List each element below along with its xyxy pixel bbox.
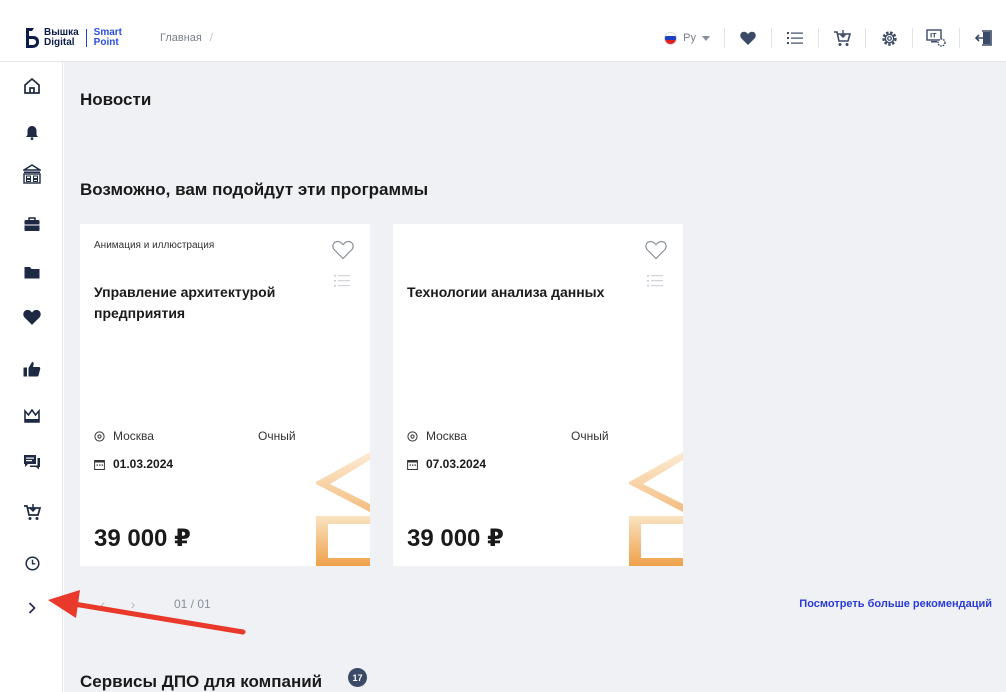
program-start-date: 07.03.2024 <box>407 457 486 471</box>
home-icon <box>24 78 40 94</box>
list-icon <box>334 275 350 287</box>
program-title[interactable]: Управление архитектурой предприятия <box>94 282 314 324</box>
gear-icon <box>881 30 897 46</box>
program-city: Москва <box>426 429 467 443</box>
logo-wordmark-right: Smart Point <box>94 28 122 48</box>
program-city: Москва <box>113 429 154 443</box>
program-location: Москва <box>94 429 154 443</box>
sidebar-item-achievements[interactable] <box>20 404 44 428</box>
sidebar-item-cart[interactable] <box>20 500 44 524</box>
header-actions: Ру IT <box>664 22 1006 54</box>
logo-mark-icon <box>24 27 40 49</box>
breadcrumb-home[interactable]: Главная <box>160 32 202 44</box>
heart-icon <box>740 31 756 45</box>
program-price: 39 000 ₽ <box>407 525 504 552</box>
bell-icon <box>26 125 38 140</box>
chat-icon <box>24 455 40 470</box>
chevron-down-icon <box>702 35 710 41</box>
decorative-corner-graphic <box>629 452 683 566</box>
university-icon <box>23 164 41 184</box>
it-settings-button[interactable]: IT <box>913 22 959 54</box>
location-pin-icon <box>94 430 105 442</box>
breadcrumb: Главная / <box>160 32 213 44</box>
cart-icon <box>834 30 851 46</box>
add-to-favorites-button[interactable] <box>332 240 354 265</box>
program-price: 39 000 ₽ <box>94 525 191 552</box>
decorative-corner-graphic <box>316 452 370 566</box>
list-icon <box>647 275 663 287</box>
folder-icon <box>24 266 40 278</box>
list-icon <box>787 32 803 44</box>
add-to-compare-button[interactable] <box>647 274 663 293</box>
main-content: Новости Возможно, вам подойдут эти прогр… <box>64 62 1006 692</box>
program-card[interactable]: Технологии анализа данных Москва Очный 0… <box>393 224 683 566</box>
program-date: 07.03.2024 <box>426 457 487 471</box>
sidebar-item-career[interactable] <box>20 212 44 236</box>
language-selector[interactable]: Ру <box>664 31 724 45</box>
calendar-icon <box>407 459 418 470</box>
cart-button[interactable] <box>819 22 865 54</box>
program-start-date: 01.03.2024 <box>94 457 173 471</box>
logo-text: Point <box>93 37 119 48</box>
language-label: Ру <box>683 32 696 44</box>
compare-list-button[interactable] <box>772 22 818 54</box>
russian-flag-icon <box>664 31 678 45</box>
cart-icon <box>24 504 41 520</box>
add-to-favorites-button[interactable] <box>645 240 667 265</box>
sidebar-item-documents[interactable] <box>20 260 44 284</box>
heart-outline-icon <box>645 240 667 260</box>
heart-outline-icon <box>332 240 354 260</box>
program-location: Москва <box>407 429 467 443</box>
breadcrumb-separator: / <box>209 32 213 44</box>
it-settings-icon: IT <box>926 29 946 47</box>
calendar-icon <box>94 459 105 470</box>
chevron-right-icon <box>28 602 36 614</box>
logout-icon <box>974 30 992 46</box>
program-category: Анимация и иллюстрация <box>94 240 215 251</box>
sidebar-item-favorites[interactable] <box>20 305 44 329</box>
logo-divider <box>85 29 87 47</box>
program-format: Очный <box>258 429 296 443</box>
favorites-button[interactable] <box>725 22 771 54</box>
carousel-prev-button[interactable]: ‹ <box>88 596 118 612</box>
logout-button[interactable] <box>960 22 1006 54</box>
sidebar-item-recommendations[interactable] <box>20 357 44 381</box>
clock-icon <box>24 555 40 571</box>
sidebar <box>0 62 63 692</box>
program-date: 01.03.2024 <box>113 457 174 471</box>
crown-icon <box>24 409 40 423</box>
program-format: Очный <box>571 429 609 443</box>
carousel-page-indicator: 01 / 01 <box>174 597 211 611</box>
heart-icon <box>23 309 41 325</box>
news-heading: Новости <box>80 90 152 109</box>
logo-wordmark-left: Вышка Digital <box>44 28 79 48</box>
briefcase-icon <box>24 216 40 231</box>
thumbs-up-icon <box>23 362 41 377</box>
sidebar-item-home[interactable] <box>20 74 44 98</box>
carousel-next-button[interactable]: › <box>118 596 148 612</box>
carousel-pager: ‹ › 01 / 01 <box>88 596 211 612</box>
sidebar-item-messages[interactable] <box>20 450 44 474</box>
sidebar-item-institutions[interactable] <box>20 162 44 186</box>
sidebar-expand-button[interactable] <box>20 596 44 620</box>
location-pin-icon <box>407 430 418 442</box>
more-recommendations-link[interactable]: Посмотреть больше рекомендаций <box>799 598 992 610</box>
sidebar-item-notifications[interactable] <box>20 120 44 144</box>
logo[interactable]: Вышка Digital Smart Point <box>24 26 122 50</box>
top-bar: Вышка Digital Smart Point Главная / Ру I… <box>0 0 1006 62</box>
logo-text: Digital <box>44 37 75 48</box>
program-title[interactable]: Технологии анализа данных <box>407 282 627 303</box>
program-card[interactable]: Анимация и иллюстрация Управление архите… <box>80 224 370 566</box>
sidebar-item-history[interactable] <box>20 551 44 575</box>
svg-text:IT: IT <box>930 33 937 40</box>
corporate-services-heading: Сервисы ДПО для компаний <box>80 672 323 691</box>
recommended-programs-heading: Возможно, вам подойдут эти программы <box>80 180 429 199</box>
services-count-badge: 17 <box>348 668 367 687</box>
settings-button[interactable] <box>866 22 912 54</box>
add-to-compare-button[interactable] <box>334 274 350 293</box>
